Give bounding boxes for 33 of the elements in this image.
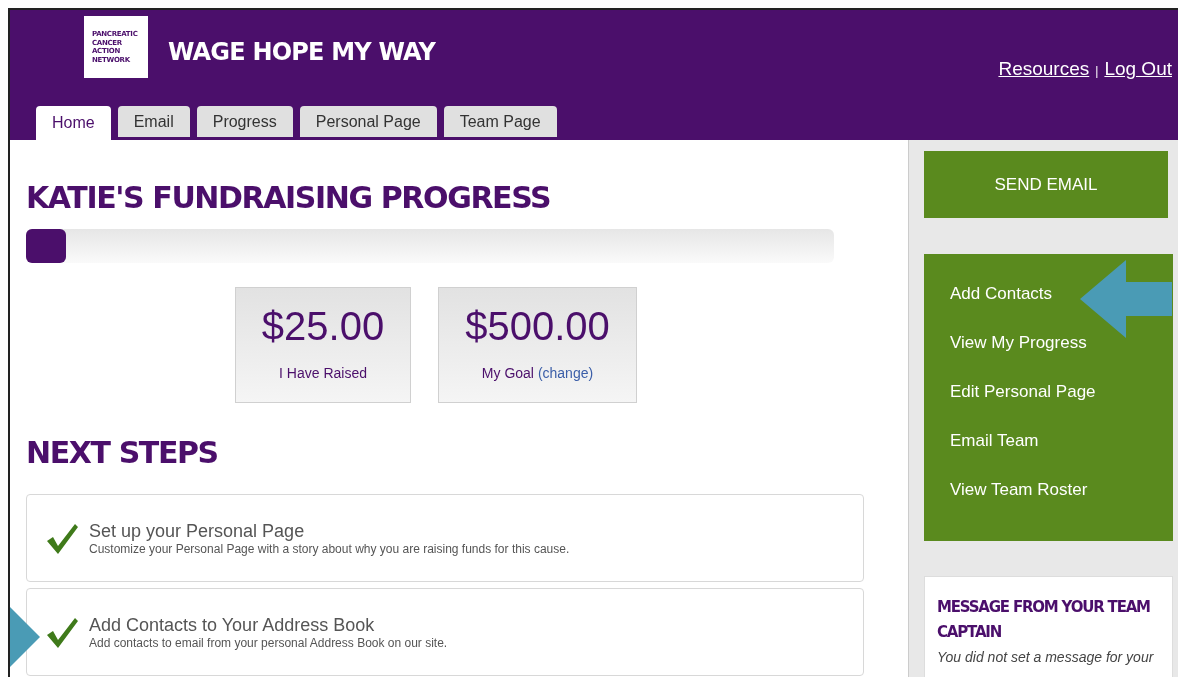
tab[interactable]: Personal Page: [299, 106, 437, 137]
checkmark-icon: [45, 615, 79, 649]
sidebar-link[interactable]: View Team Roster: [950, 478, 1173, 501]
step-card[interactable]: Add Contacts to Your Address Book Add contacts to email from your personal Address Book on our site.: [26, 588, 864, 676]
checkmark-icon: [45, 521, 79, 555]
step-card[interactable]: Set up your Personal Page Customize your Personal Page with a story about why you are raising funds for this cause.: [26, 494, 864, 582]
sidebar-link[interactable]: Email Team: [950, 429, 1173, 452]
stat-amount: $500.00: [465, 304, 610, 349]
step-description: Add contacts to email from your personal Address Book on our site.: [89, 635, 448, 650]
message-text: You did not set a message for your: [937, 649, 1155, 666]
step-title: Set up your Personal Page: [89, 520, 306, 542]
tab[interactable]: Home: [36, 106, 111, 140]
log-out-link[interactable]: Log Out: [1104, 58, 1172, 80]
next-steps-heading: NEXT STEPS: [26, 435, 219, 470]
step-title: Add Contacts to Your Address Book: [89, 614, 376, 636]
sidebar-link[interactable]: Edit Personal Page: [950, 380, 1173, 403]
send-email-button[interactable]: SEND EMAIL: [924, 151, 1168, 218]
progress-heading: KATIE'S FUNDRAISING PROGRESS: [26, 180, 552, 215]
sidebar-link[interactable]: View My Progress: [950, 331, 1173, 354]
link-separator: |: [1095, 64, 1099, 78]
stat-label: I Have Raised: [279, 365, 367, 381]
tab[interactable]: Email: [117, 106, 190, 137]
sidebar-link[interactable]: Add Contacts: [950, 282, 1173, 305]
message-title: MESSAGE FROM YOUR TEAM CAPTAIN: [937, 597, 1151, 643]
tab[interactable]: Progress: [196, 106, 293, 137]
stat-label: My Goal (change): [481, 365, 594, 381]
arrow-icon: [1080, 260, 1172, 338]
change-link[interactable]: (change): [537, 365, 594, 381]
stat-amount: $25.00: [261, 304, 385, 349]
site-title: WAGE HOPE MY WAY: [168, 38, 436, 66]
step-description: Customize your Personal Page with a story about why you are raising funds for this cause.: [89, 541, 570, 556]
resources-link[interactable]: Resources: [998, 58, 1090, 80]
tab[interactable]: Team Page: [443, 106, 557, 137]
